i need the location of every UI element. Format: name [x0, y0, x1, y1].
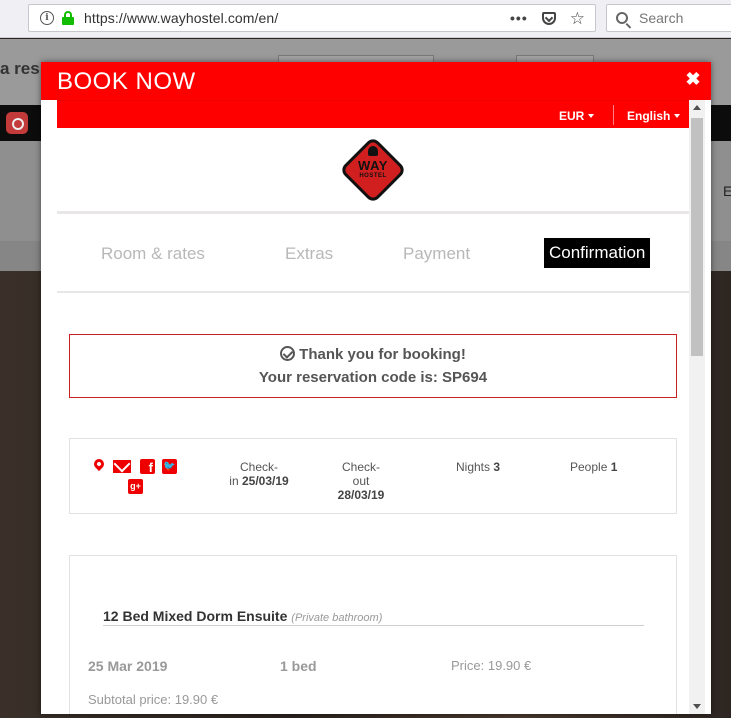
nights-field: Nights 3 [456, 460, 501, 474]
checkout-date: 28/03/19 [337, 488, 385, 502]
checkout-field: Check- out 28/03/19 [337, 460, 385, 502]
reservation-code: SP694 [442, 369, 488, 386]
logo-subtext: HOSTEL [359, 173, 387, 179]
twitter-icon[interactable]: 🐦 [162, 459, 177, 474]
booking-topbar: EUR English [57, 100, 689, 128]
scroll-thumb[interactable] [691, 118, 703, 356]
nights-count: 3 [493, 460, 501, 474]
room-price: Price: 19.90 € [451, 658, 532, 673]
checkin-date: 25/03/19 [241, 474, 289, 488]
map-pin-icon[interactable] [91, 456, 107, 472]
room-date: 25 Mar 2019 [88, 658, 168, 674]
check-circle-icon [280, 346, 296, 361]
modal-title: BOOK NOW [57, 68, 196, 95]
search-placeholder: Search [639, 10, 684, 26]
divider [57, 291, 689, 293]
google-plus-icon[interactable]: g+ [128, 479, 143, 494]
search-bar[interactable]: Search [606, 4, 731, 32]
logo-figure-icon [368, 146, 378, 156]
people-count: 1 [610, 460, 618, 474]
step-room-rates[interactable]: Room & rates [101, 244, 205, 264]
confirmation-message: Thank you for booking! Your reservation … [69, 334, 677, 398]
address-bar[interactable]: i https://www.wayhostel.com/en/ ••• ☆ [28, 4, 596, 32]
step-extras[interactable]: Extras [285, 244, 333, 264]
booking-content: EUR English WAY HOSTEL Room & rates Extr… [57, 100, 689, 714]
checkin-field: Check- in 25/03/19 [229, 460, 289, 488]
share-icons: f 🐦 g+ [91, 456, 186, 497]
site-info-icon[interactable]: i [40, 11, 54, 25]
chevron-down-icon [588, 114, 595, 118]
background-heading: a res [0, 59, 40, 78]
language-select[interactable]: English [627, 109, 681, 123]
logo-text: WAY [358, 158, 388, 173]
room-note: (Private bathroom) [291, 612, 383, 624]
chevron-down-icon [674, 114, 681, 118]
room-name: 12 Bed Mixed Dorm Ensuite (Private bathr… [103, 608, 383, 624]
facebook-icon[interactable]: f [140, 459, 155, 475]
divider [57, 211, 689, 214]
browser-toolbar: i https://www.wayhostel.com/en/ ••• ☆ Se… [0, 0, 731, 38]
scroll-down-arrow-icon[interactable] [693, 704, 701, 709]
currency-select[interactable]: EUR [559, 109, 595, 123]
people-field: People 1 [570, 460, 618, 474]
room-subtotal: Subtotal price: 19.90 € [88, 692, 219, 707]
step-payment[interactable]: Payment [403, 244, 470, 264]
page-actions-icon[interactable]: ••• [510, 10, 528, 26]
thanks-line: Thank you for booking! [70, 346, 676, 363]
url-text[interactable]: https://www.wayhostel.com/en/ [84, 10, 278, 26]
instagram-icon [6, 112, 28, 134]
scrollbar[interactable] [689, 100, 705, 714]
booking-modal: BOOK NOW ✖ EUR English WAY HOSTEL Room &… [41, 62, 711, 714]
room-beds: 1 bed [280, 658, 317, 674]
pocket-icon[interactable] [541, 11, 556, 25]
background-nav-text: E [723, 183, 731, 199]
booking-steps: Room & rates Extras Payment Confirmation [57, 238, 689, 272]
stay-summary: f 🐦 g+ Check- in 25/03/19 Check- out 28/… [69, 438, 677, 514]
close-icon[interactable]: ✖ [685, 70, 701, 88]
search-icon [616, 12, 628, 24]
booking-frame: EUR English WAY HOSTEL Room & rates Extr… [57, 100, 705, 714]
bookmark-star-icon[interactable]: ☆ [570, 10, 585, 27]
divider [103, 625, 644, 626]
modal-header: BOOK NOW ✖ [41, 62, 711, 100]
room-details: 12 Bed Mixed Dorm Ensuite (Private bathr… [69, 555, 677, 714]
step-confirmation: Confirmation [544, 238, 651, 268]
reservation-code-line: Your reservation code is: SP694 [258, 369, 488, 386]
lock-icon [62, 11, 74, 25]
scroll-up-arrow-icon[interactable] [693, 105, 701, 110]
mail-icon[interactable] [113, 460, 131, 473]
topbar-divider [613, 105, 614, 125]
